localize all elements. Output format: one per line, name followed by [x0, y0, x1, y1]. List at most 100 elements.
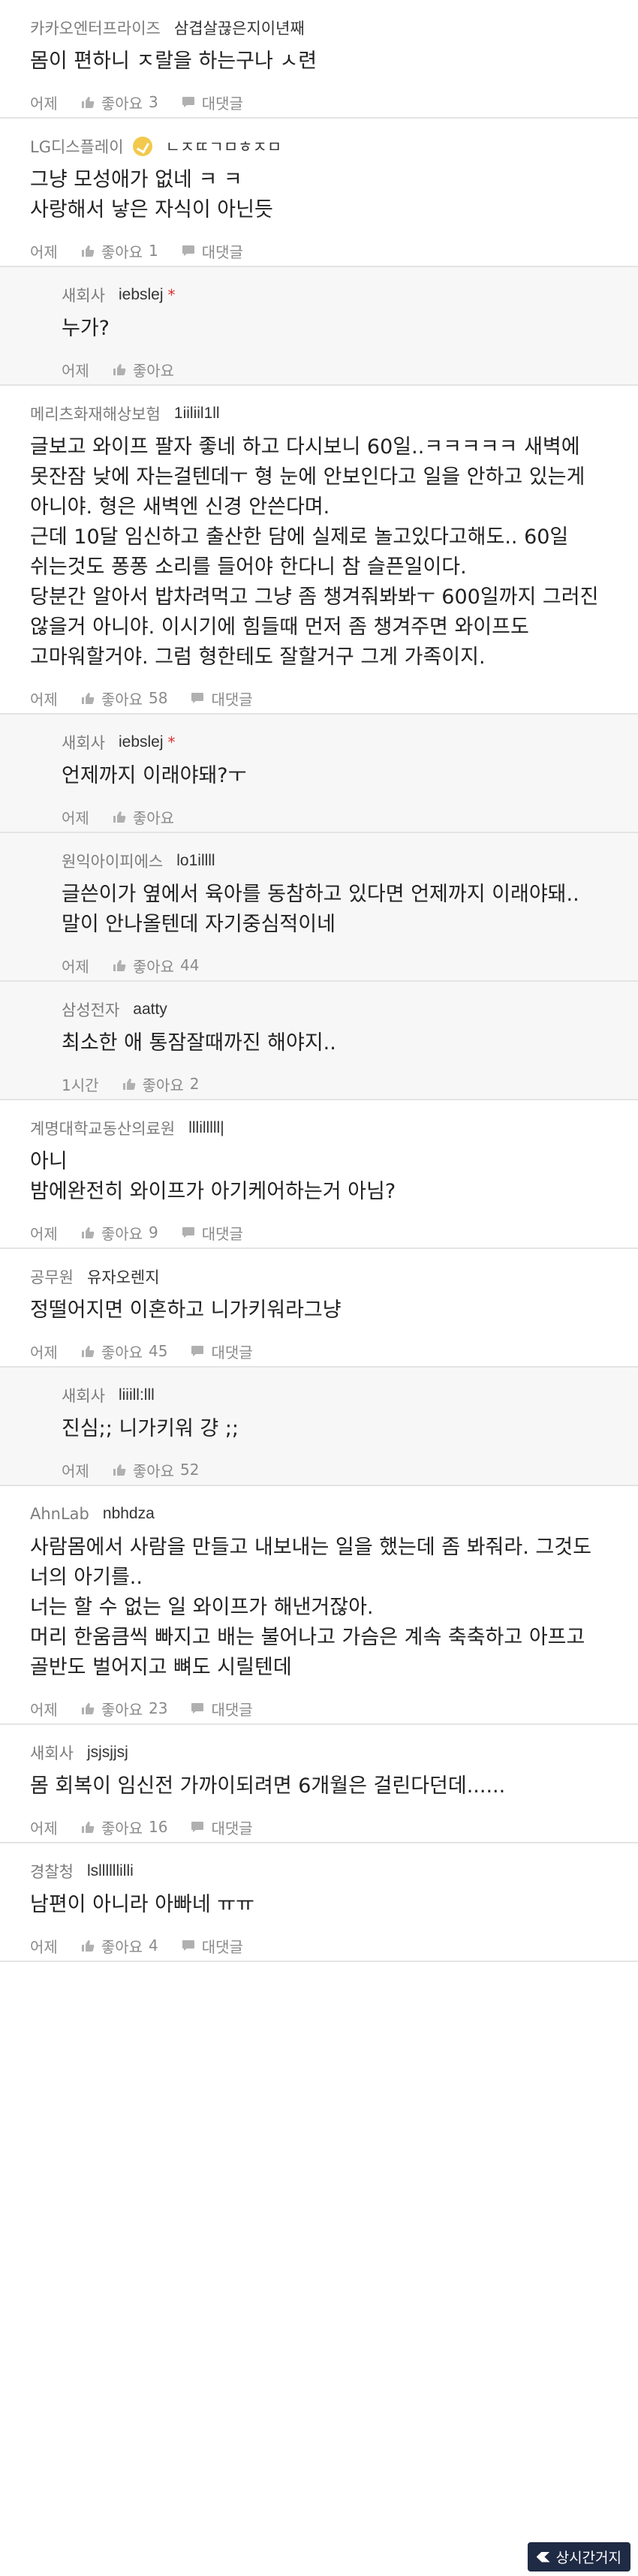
like-button[interactable]: 좋아요 45 — [80, 1341, 168, 1362]
reply-button[interactable]: 대댓글 — [190, 1698, 253, 1720]
nickname[interactable]: iebslej — [119, 733, 164, 751]
thumbs-up-icon — [80, 1344, 101, 1359]
reply-label: 대댓글 — [201, 242, 243, 261]
timestamp: 1시간 — [62, 1076, 99, 1094]
like-label: 좋아요 — [132, 1461, 175, 1480]
nickname[interactable]: aatty — [133, 1001, 167, 1019]
comment-item: 카카오엔터프라이즈 삼겹살끊은지이년째 몸이 편하니 ㅈ랄을 하는구나 ㅅ련 어제 좋아… — [0, 0, 638, 119]
thumbs-up-icon — [112, 1462, 133, 1477]
like-button[interactable]: 좋아요 44 — [112, 955, 200, 977]
comment-text: 아니 밤에완전히 와이프가 아기케어하는거 아님? — [30, 1150, 396, 1203]
comment-text: 몸 회복이 임신전 가까이되려면 6개월은 걸린다던데...... — [30, 1774, 506, 1798]
company-name: 카카오엔터프라이즈 — [30, 20, 161, 38]
like-count: 1 — [149, 242, 158, 260]
like-button[interactable]: 좋아요 3 — [80, 92, 158, 113]
comment-text: 최소한 애 통잠잘때까진 해야지.. — [62, 1031, 336, 1055]
comment-meta: LG디스플레이 ㄴㅈㄸㄱㅁㅎㅈㅁ — [30, 135, 608, 158]
nickname[interactable]: iebslej — [119, 286, 164, 304]
reply-item: 새회사 liiill:lll 진심;; 니가키워 걍 ;; 어제 좋아요 52 — [0, 1368, 638, 1486]
comment-meta: 공무원 유자오렌지 — [30, 1265, 608, 1288]
comment-item: 메리츠화재해상보험 1iiliil1ll 글보고 와이프 팔자 좋네 하고 다시보니… — [0, 386, 638, 715]
comment-text: 진심;; 니가키워 걍 ;; — [62, 1417, 239, 1440]
like-button[interactable]: 좋아요 52 — [112, 1459, 199, 1481]
timestamp: 어제 — [30, 242, 58, 261]
like-button[interactable]: 좋아요 1 — [80, 240, 158, 262]
nickname[interactable]: 1iiliil1ll — [174, 405, 220, 423]
like-label: 좋아요 — [101, 690, 143, 709]
reply-label: 대댓글 — [211, 1819, 253, 1837]
comment-meta: 계명대학교동산의료원 lllilllll| — [30, 1117, 608, 1139]
reply-button[interactable]: 대댓글 — [190, 1341, 253, 1362]
reply-button[interactable]: 대댓글 — [181, 1222, 243, 1244]
comment-meta: 경찰청 lsllllllilli — [30, 1860, 608, 1882]
comment-meta: 원익아이피에스 lo1illll — [62, 850, 608, 872]
company-name: 메리츠화재해상보험 — [30, 405, 161, 423]
comment-text: 언제까지 이래야돼?ㅜ — [62, 764, 247, 787]
like-count: 9 — [149, 1223, 158, 1241]
thumbs-up-icon — [80, 1938, 101, 1953]
nickname[interactable]: lllilllll| — [188, 1119, 224, 1137]
thumbs-up-icon — [80, 1225, 101, 1240]
author-mark: * — [167, 733, 176, 751]
nickname[interactable]: jsjsjjsj — [87, 1744, 128, 1762]
reply-button[interactable]: 대댓글 — [181, 240, 243, 262]
nickname[interactable]: lo1illll — [176, 852, 215, 870]
like-button[interactable]: 좋아요 16 — [80, 1816, 168, 1838]
comment-text: 글보고 와이프 팔자 좋네 하고 다시보니 60일..ㅋㅋㅋㅋㅋ 새벽에 못잔잠… — [30, 435, 599, 669]
comment-text: 남편이 아니라 아빠네 ㅠㅠ — [30, 1893, 254, 1916]
comment-actions: 어제 좋아요 — [62, 354, 608, 384]
reply-button[interactable]: 대댓글 — [181, 92, 243, 113]
comment-actions: 어제 좋아요 45 대댓글 — [30, 1336, 608, 1366]
timestamp: 어제 — [30, 1343, 58, 1362]
company-name: 계명대학교동산의료원 — [30, 1120, 176, 1138]
speech-bubble-icon — [190, 1344, 211, 1359]
timestamp: 어제 — [30, 1937, 58, 1956]
like-button[interactable]: 좋아요 2 — [122, 1073, 199, 1095]
like-label: 좋아요 — [101, 1937, 143, 1956]
like-count: 16 — [149, 1818, 168, 1836]
like-button[interactable]: 좋아요 — [112, 359, 174, 381]
reply-button[interactable]: 대댓글 — [181, 1935, 243, 1957]
like-count: 45 — [149, 1342, 168, 1360]
like-label: 좋아요 — [132, 808, 175, 827]
like-label: 좋아요 — [132, 957, 175, 976]
comment-text: 그냥 모성애가 없네 ㅋ ㅋ 사랑해서 낳은 자식이 아닌듯 — [30, 168, 273, 221]
reply-label: 대댓글 — [211, 1343, 253, 1362]
like-button[interactable]: 좋아요 4 — [80, 1935, 158, 1957]
thumbs-up-icon — [80, 1701, 101, 1716]
reply-label: 대댓글 — [201, 94, 243, 113]
nickname[interactable]: nbhdza — [103, 1505, 155, 1523]
like-button[interactable]: 좋아요 58 — [80, 688, 167, 709]
timestamp: 어제 — [30, 94, 58, 113]
comment-item: LG디스플레이 ㄴㅈㄸㄱㅁㅎㅈㅁ 그냥 모성애가 없네 ㅋ ㅋ 사랑해서 낳은 자식… — [0, 119, 638, 267]
thumbs-up-icon — [112, 362, 133, 377]
company-name: LG디스플레이 — [30, 138, 124, 156]
company-name: 새회사 — [62, 1387, 105, 1405]
like-button[interactable]: 좋아요 9 — [80, 1222, 158, 1244]
like-label: 좋아요 — [101, 1343, 143, 1362]
speech-bubble-icon — [181, 1938, 202, 1953]
like-button[interactable]: 좋아요 — [112, 806, 174, 828]
reply-button[interactable]: 대댓글 — [190, 688, 253, 709]
comment-text: 정떨어지면 이혼하고 니가키워라그냥 — [30, 1299, 342, 1322]
speech-bubble-icon — [190, 1819, 211, 1834]
comment-meta: 새회사 iebslej * — [62, 731, 608, 754]
watermark: 상시간거지 — [527, 2542, 630, 2571]
nickname[interactable]: 삼겹살끊은지이년째 — [174, 17, 305, 39]
like-label: 좋아요 — [101, 1819, 143, 1837]
nickname[interactable]: lsllllllilli — [87, 1862, 134, 1880]
nickname[interactable]: liiill:lll — [119, 1386, 155, 1404]
timestamp: 어제 — [62, 808, 89, 827]
reply-item: 원익아이피에스 lo1illll 글쓴이가 옆에서 육아를 동참하고 있다면 언제까… — [0, 833, 638, 982]
nickname[interactable]: ㄴㅈㄸㄱㅁㅎㅈㅁ — [166, 135, 282, 158]
nickname[interactable]: 유자오렌지 — [87, 1265, 160, 1288]
like-label: 좋아요 — [142, 1076, 184, 1094]
reply-button[interactable]: 대댓글 — [190, 1816, 253, 1838]
like-count: 44 — [180, 956, 200, 974]
company-name: 새회사 — [62, 287, 105, 305]
like-button[interactable]: 좋아요 23 — [80, 1698, 167, 1720]
company-name: 새회사 — [30, 1744, 74, 1762]
speech-bubble-icon — [181, 95, 202, 110]
comment-actions: 어제 좋아요 1 대댓글 — [30, 236, 608, 266]
comment-actions: 1시간 좋아요 2 — [62, 1069, 608, 1099]
